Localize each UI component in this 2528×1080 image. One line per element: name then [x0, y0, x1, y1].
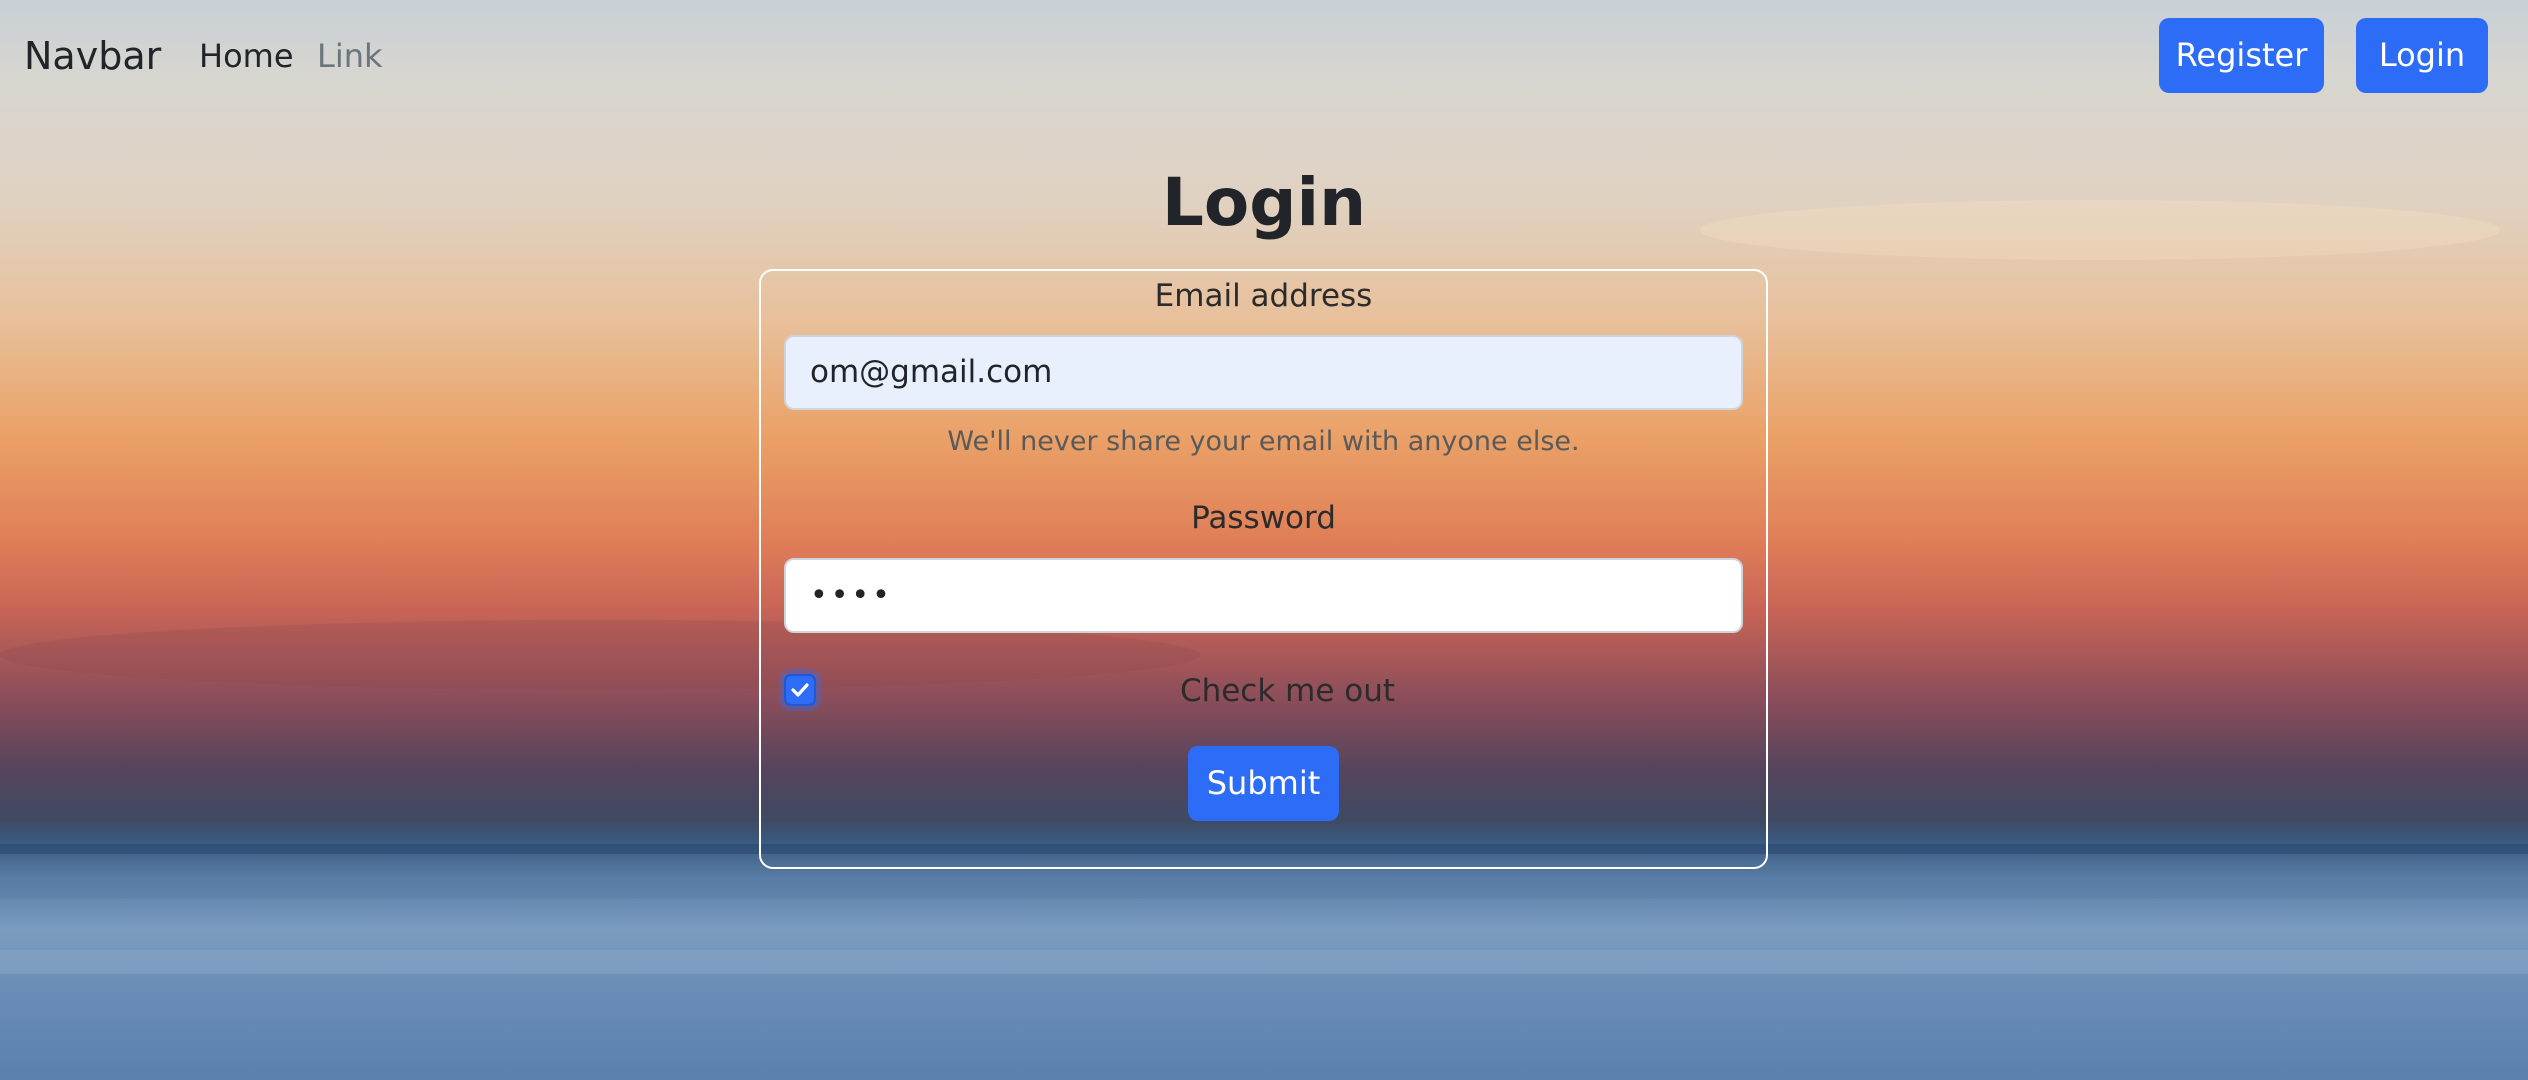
submit-button[interactable]: Submit: [1188, 746, 1339, 821]
checkbox-label[interactable]: Check me out: [1080, 670, 1495, 712]
email-input[interactable]: om@gmail.com: [784, 335, 1743, 410]
password-input[interactable]: ••••: [784, 558, 1743, 633]
navbar: Navbar Home Link Register Login: [0, 0, 2528, 112]
check-icon: [791, 683, 809, 697]
navbar-brand[interactable]: Navbar: [24, 28, 161, 84]
nav-link-link[interactable]: Link: [317, 30, 383, 82]
email-label: Email address: [1154, 278, 1373, 314]
password-label: Password: [1191, 500, 1336, 536]
login-button[interactable]: Login: [2356, 18, 2488, 93]
nav-link-home[interactable]: Home: [199, 30, 294, 82]
background-water-streak: [0, 950, 2528, 974]
register-button[interactable]: Register: [2159, 18, 2324, 93]
page-title: Login: [1161, 164, 1367, 241]
check-me-out-checkbox[interactable]: [784, 674, 816, 706]
email-help-text: We'll never share your email with anyone…: [947, 426, 1580, 457]
background-water-streak: [0, 880, 2528, 898]
